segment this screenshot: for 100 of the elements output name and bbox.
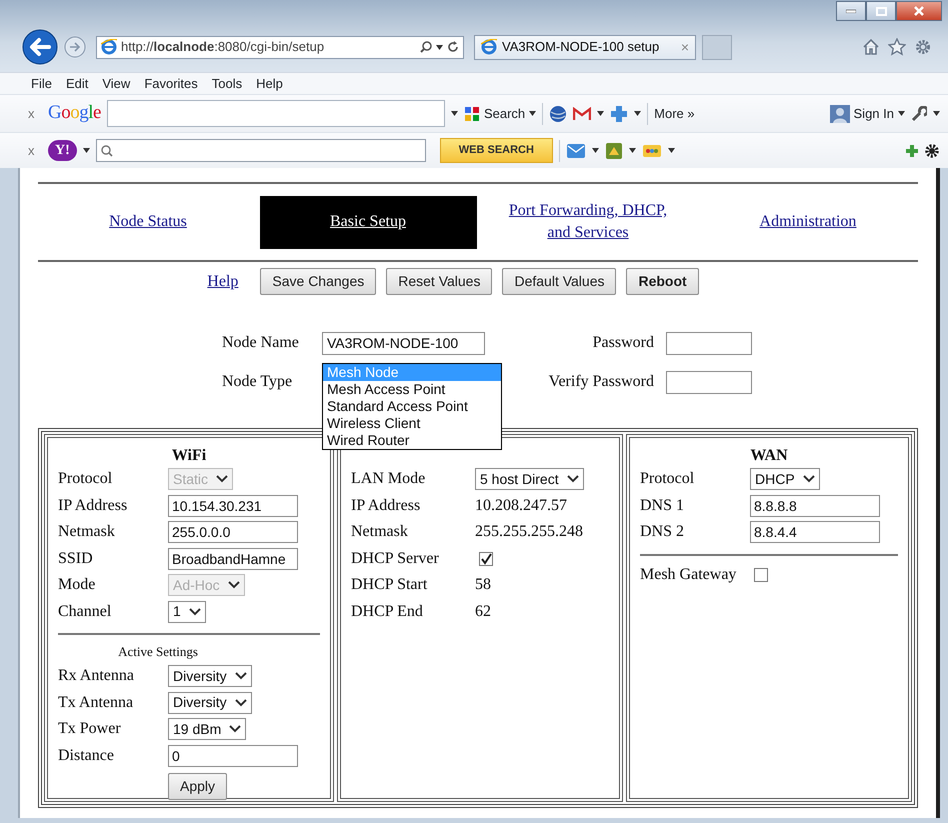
input-field[interactable]: 255.0.0.0	[168, 521, 298, 544]
input-field[interactable]: 8.8.4.4	[750, 521, 880, 544]
check-icon	[480, 552, 492, 565]
caret-icon	[234, 698, 247, 707]
globe-icon[interactable]	[549, 104, 568, 122]
help-link[interactable]: Help	[207, 270, 238, 294]
caret-icon	[234, 672, 247, 680]
user-icon	[830, 104, 850, 122]
caret-icon[interactable]	[592, 148, 599, 153]
close-button[interactable]: x	[28, 140, 42, 160]
input-field[interactable]: BroadbandHamne	[168, 548, 298, 570]
select-field[interactable]: 1	[168, 600, 206, 623]
plus-icon[interactable]	[610, 104, 628, 122]
more-button[interactable]: More »	[654, 104, 695, 124]
search-icon[interactable]	[420, 41, 432, 53]
action-button[interactable]: Default Values	[502, 268, 616, 295]
caret-icon[interactable]	[668, 148, 675, 153]
mail-icon[interactable]	[573, 106, 592, 120]
browser-icon	[101, 39, 117, 55]
reboot-button[interactable]: Reboot	[626, 268, 699, 295]
select-field[interactable]: Diversity	[168, 692, 252, 714]
action-button[interactable]: Reset Values	[386, 268, 492, 295]
nav-link[interactable]: Basic Setup	[260, 196, 476, 248]
checkbox[interactable]	[754, 568, 768, 582]
field-label: DHCP End	[351, 602, 424, 622]
menu-item[interactable]: Tools	[204, 74, 250, 94]
refresh-icon[interactable]	[447, 41, 459, 53]
field-label: DNS 2	[640, 522, 686, 542]
dropdown-option[interactable]: Wireless Client	[323, 414, 501, 432]
caret-icon[interactable]	[450, 111, 458, 116]
dropdown-list[interactable]: Mesh Node Mesh Access Point Standard Access Point Wireless Client Wired Router	[322, 362, 502, 450]
minimize-icon	[846, 9, 856, 13]
input-field[interactable]: 8.8.8.8	[750, 494, 880, 517]
settings-icon[interactable]	[914, 38, 932, 56]
caret-icon[interactable]	[634, 111, 642, 116]
field-label: Node Type	[222, 372, 294, 392]
web-search-button[interactable]: WEB SEARCH	[440, 138, 553, 163]
menu-item[interactable]: Favorites	[137, 74, 205, 94]
address-field[interactable]: http://localnode:8080/cgi-bin/setup	[96, 36, 464, 58]
field-label: DHCP Server	[351, 548, 440, 569]
close-icon	[914, 6, 924, 16]
caret-icon[interactable]	[933, 111, 940, 116]
caret-icon	[229, 725, 242, 734]
menu-item[interactable]: Edit	[58, 74, 96, 94]
browser-tab[interactable]: VA3ROM-NODE-100 setup ×	[474, 34, 696, 60]
close-button[interactable]: x	[28, 104, 42, 124]
caret-icon[interactable]	[529, 111, 536, 116]
dropdown-option[interactable]: Wired Router	[323, 432, 501, 448]
minimize-button[interactable]	[836, 1, 866, 21]
caret-icon[interactable]	[436, 44, 443, 50]
menu-item[interactable]: Help	[249, 74, 290, 94]
action-button[interactable]: Save Changes	[260, 268, 376, 295]
home-icon[interactable]	[862, 38, 880, 56]
input-field[interactable]: 0	[168, 744, 298, 767]
close-button[interactable]	[896, 1, 942, 21]
caret-icon	[216, 475, 228, 484]
field-label: Verify Password	[548, 372, 654, 392]
caret-icon[interactable]	[82, 148, 90, 153]
field-label: DHCP Start	[351, 575, 428, 596]
dropdown-option[interactable]: Mesh Access Point	[323, 380, 501, 398]
panel-title: WiFi	[170, 446, 208, 466]
input-field[interactable]: 10.154.30.231	[168, 494, 298, 517]
field-value: 58	[475, 575, 491, 596]
apply-button[interactable]: Apply	[168, 773, 228, 800]
maximize-button[interactable]	[866, 1, 896, 21]
field-label: Rx Antenna	[58, 666, 135, 686]
star-icon[interactable]	[888, 38, 906, 56]
field-label: LAN Mode	[351, 469, 426, 490]
password-field[interactable]	[666, 370, 752, 394]
nav-link[interactable]: Node Status	[109, 211, 187, 233]
caret-icon	[228, 581, 240, 590]
nav-link[interactable]: Administration	[760, 211, 856, 233]
plus-icon[interactable]	[906, 144, 918, 156]
select-field[interactable]: DHCP	[750, 468, 820, 490]
caret-icon[interactable]	[597, 111, 604, 116]
search-field[interactable]	[96, 139, 426, 162]
field-label: IP Address	[58, 496, 128, 516]
input-field[interactable]: VA3ROM-NODE-100	[322, 332, 485, 354]
nav-link[interactable]: Port Forwarding, DHCP, and Services	[506, 200, 670, 244]
dropdown-option[interactable]: Standard Access Point	[323, 398, 501, 414]
menu-item[interactable]: View	[95, 74, 138, 94]
search-field[interactable]	[106, 100, 445, 127]
select-field[interactable]: 5 host Direct	[475, 468, 584, 490]
field-label: Distance	[58, 746, 115, 766]
envelope-icon[interactable]	[566, 142, 586, 158]
caret-icon[interactable]	[898, 111, 905, 116]
sign-in-button[interactable]: Sign In	[830, 104, 905, 124]
back-button[interactable]	[22, 29, 58, 65]
select-field[interactable]: Diversity	[168, 665, 252, 688]
search-button[interactable]: Search	[464, 104, 536, 124]
select-field[interactable]: 19 dBm	[168, 718, 246, 740]
maximize-icon	[876, 6, 886, 16]
caret-icon[interactable]	[628, 148, 636, 153]
field-label: Mode	[58, 575, 96, 596]
wrench-icon[interactable]	[911, 106, 927, 122]
checkbox[interactable]	[479, 552, 493, 566]
password-field[interactable]	[666, 332, 752, 354]
field-label: Netmask	[58, 522, 116, 542]
gear-icon[interactable]	[924, 142, 940, 158]
menu-item[interactable]: File	[24, 74, 59, 94]
